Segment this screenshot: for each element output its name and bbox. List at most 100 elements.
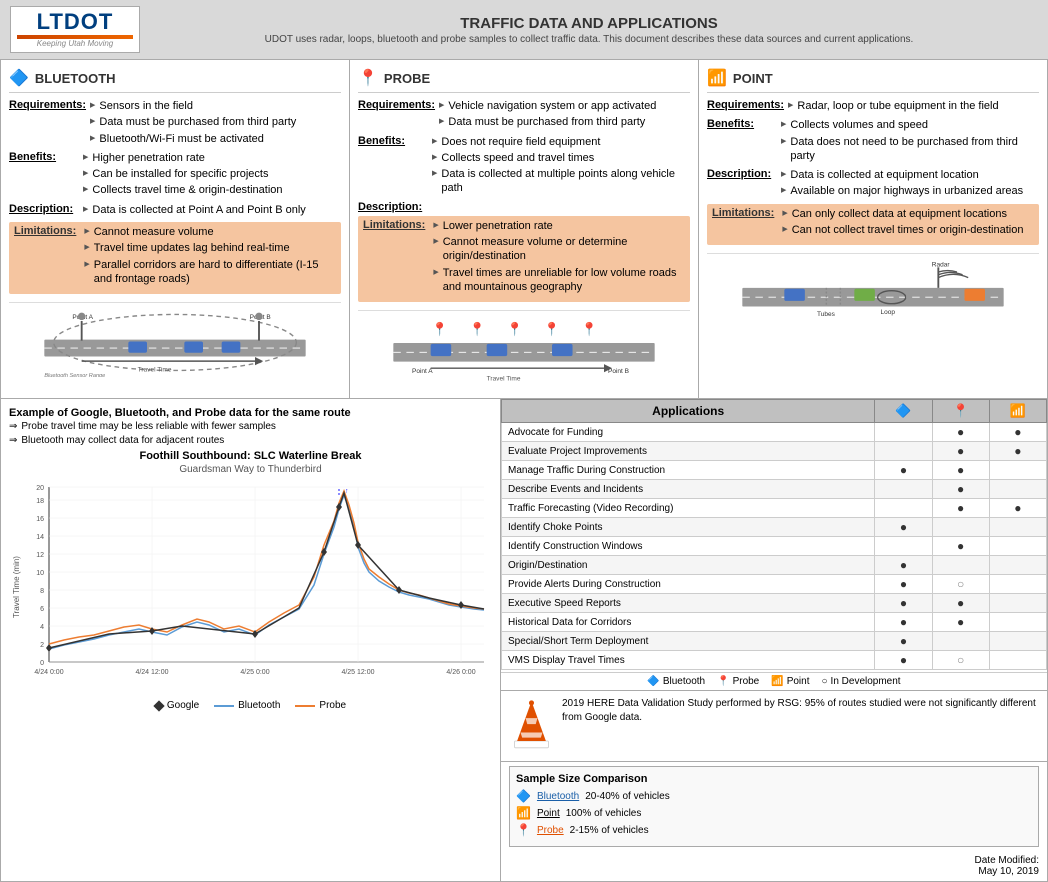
svg-text:4/25 12:00: 4/25 12:00: [341, 669, 374, 676]
point-panel: 📶 POINT Requirements: Radar, loop or tub…: [699, 60, 1047, 398]
desc-item: Data is collected at Point A and Point B…: [83, 203, 306, 217]
bottom-section: Example of Google, Bluetooth, and Probe …: [0, 399, 1048, 882]
app-name-cell: Describe Events and Incidents: [502, 480, 875, 499]
point-col-header: 📶: [989, 400, 1046, 423]
chart-legend: Google Bluetooth Probe: [9, 700, 492, 711]
probe-header: 📍 PROBE: [358, 68, 690, 93]
bt-app-cell: ●: [875, 632, 932, 651]
pr-sample-icon: 📍: [516, 823, 531, 837]
open-dot: ○: [957, 577, 964, 591]
table-row: Executive Speed Reports●●: [502, 594, 1047, 613]
desc-item: Available on major highways in urbanized…: [781, 184, 1023, 198]
req-list: Vehicle navigation system or app activat…: [439, 99, 656, 132]
svg-text:Point B: Point B: [608, 368, 629, 375]
traffic-cone-svg: [509, 697, 554, 752]
svg-text:16: 16: [36, 516, 44, 523]
point-app-cell: [989, 651, 1046, 670]
lim-label: Limitations:: [712, 207, 774, 240]
filled-dot: ●: [957, 615, 964, 629]
app-name-cell: VMS Display Travel Times: [502, 651, 875, 670]
filled-dot: ●: [1014, 501, 1021, 515]
svg-text:Bluetooth Sensor Range: Bluetooth Sensor Range: [44, 373, 105, 377]
table-row: Evaluate Project Improvements●●: [502, 442, 1047, 461]
desc-item: Data is collected at equipment location: [781, 168, 1023, 182]
pr-sample-value: 2-15% of vehicles: [570, 825, 649, 836]
svg-text:4/26 0:00: 4/26 0:00: [446, 669, 475, 676]
probe-app-cell: ●: [932, 423, 989, 442]
req-item: Sensors in the field: [90, 99, 296, 113]
apps-section: Applications 🔷 📍 📶 Advocate for Funding●: [501, 399, 1047, 691]
ben-item: Higher penetration rate: [83, 151, 283, 165]
filled-dot: ●: [900, 596, 907, 610]
bluetooth-icon: 🔷: [9, 68, 29, 88]
bluetooth-limitations: Limitations: Cannot measure volume Trave…: [9, 222, 341, 294]
lim-list: Can only collect data at equipment locat…: [782, 207, 1023, 240]
bt-app-cell: ●: [875, 613, 932, 632]
point-description: Description: Data is collected at equipm…: [707, 168, 1039, 201]
probe-app-cell: [932, 556, 989, 575]
chart-subtitle: Guardsman Way to Thunderbird: [9, 464, 492, 475]
req-list: Radar, loop or tube equipment in the fie…: [788, 99, 999, 115]
bluetooth-diagram: Point A Point B Travel Time: [9, 302, 341, 382]
probe-line-icon: [295, 705, 315, 707]
point-app-cell: [989, 461, 1046, 480]
probe-app-cell: ●: [932, 594, 989, 613]
svg-text:0: 0: [40, 660, 44, 667]
desc-label: Description:: [707, 168, 777, 201]
svg-text:18: 18: [36, 498, 44, 505]
table-row: Identify Choke Points●: [502, 518, 1047, 537]
req-label: Requirements:: [9, 99, 86, 148]
svg-text:📍: 📍: [432, 322, 448, 337]
bluetooth-title: BLUETOOTH: [35, 71, 116, 86]
svg-text:📍: 📍: [581, 322, 597, 337]
point-header: 📶 POINT: [707, 68, 1039, 93]
dev-legend-label: In Development: [831, 676, 901, 687]
bt-col-header: 🔷: [875, 400, 932, 423]
filled-dot: ●: [900, 634, 907, 648]
point-app-cell: ●: [989, 442, 1046, 461]
lim-item: Can not collect travel times or origin-d…: [782, 223, 1023, 237]
svg-text:20: 20: [36, 485, 44, 492]
dev-legend-icon: ○: [822, 676, 828, 687]
open-dot: ○: [957, 653, 964, 667]
table-row: Describe Events and Incidents●: [502, 480, 1047, 499]
chart-title: Foothill Southbound: SLC Waterline Break: [9, 450, 492, 462]
sample-pt-row: 📶 Point 100% of vehicles: [516, 806, 1032, 820]
point-app-cell: [989, 518, 1046, 537]
sample-bt-row: 🔷 Bluetooth 20-40% of vehicles: [516, 789, 1032, 803]
bt-sample-label: Bluetooth: [537, 791, 579, 802]
svg-text:14: 14: [36, 534, 44, 541]
legend-probe: 📍 Probe: [717, 676, 759, 687]
point-app-cell: [989, 480, 1046, 499]
legend-google-label: Google: [167, 700, 199, 711]
app-name-cell: Traffic Forecasting (Video Recording): [502, 499, 875, 518]
filled-dot: ●: [900, 558, 907, 572]
desc-list: Data is collected at Point A and Point B…: [83, 203, 306, 219]
svg-text:Travel Time (min): Travel Time (min): [12, 556, 21, 618]
point-benefits: Benefits: Collects volumes and speed Dat…: [707, 118, 1039, 165]
bt-app-cell: [875, 423, 932, 442]
req-item: Vehicle navigation system or app activat…: [439, 99, 656, 113]
app-name-cell: Special/Short Term Deployment: [502, 632, 875, 651]
bottom-note-2: Bluetooth may collect data for adjacent …: [9, 435, 492, 446]
sample-size-box: Sample Size Comparison 🔷 Bluetooth 20-40…: [509, 766, 1039, 847]
point-app-cell: ●: [989, 423, 1046, 442]
top-section: 🔷 BLUETOOTH Requirements: Sensors in the…: [0, 60, 1048, 399]
point-header-icon: 📶: [1010, 403, 1026, 418]
point-icon: 📶: [707, 68, 727, 88]
lim-item: Parallel corridors are hard to different…: [84, 258, 336, 287]
lim-row: Limitations: Can only collect data at eq…: [712, 207, 1034, 240]
probe-app-cell: ●: [932, 461, 989, 480]
point-app-cell: [989, 537, 1046, 556]
req-list: Sensors in the field Data must be purcha…: [90, 99, 296, 148]
table-row: Origin/Destination●: [502, 556, 1047, 575]
app-name-cell: Advocate for Funding: [502, 423, 875, 442]
app-name-cell: Provide Alerts During Construction: [502, 575, 875, 594]
filled-dot: ●: [957, 596, 964, 610]
ben-list: Collects volumes and speed Data does not…: [781, 118, 1039, 165]
svg-text:Radar: Radar: [932, 262, 951, 269]
probe-road-svg: 📍 📍 📍 📍 📍 Point A Point B: [358, 315, 690, 385]
probe-app-cell: ○: [932, 651, 989, 670]
svg-text:2: 2: [40, 642, 44, 649]
req-label: Requirements:: [358, 99, 435, 132]
